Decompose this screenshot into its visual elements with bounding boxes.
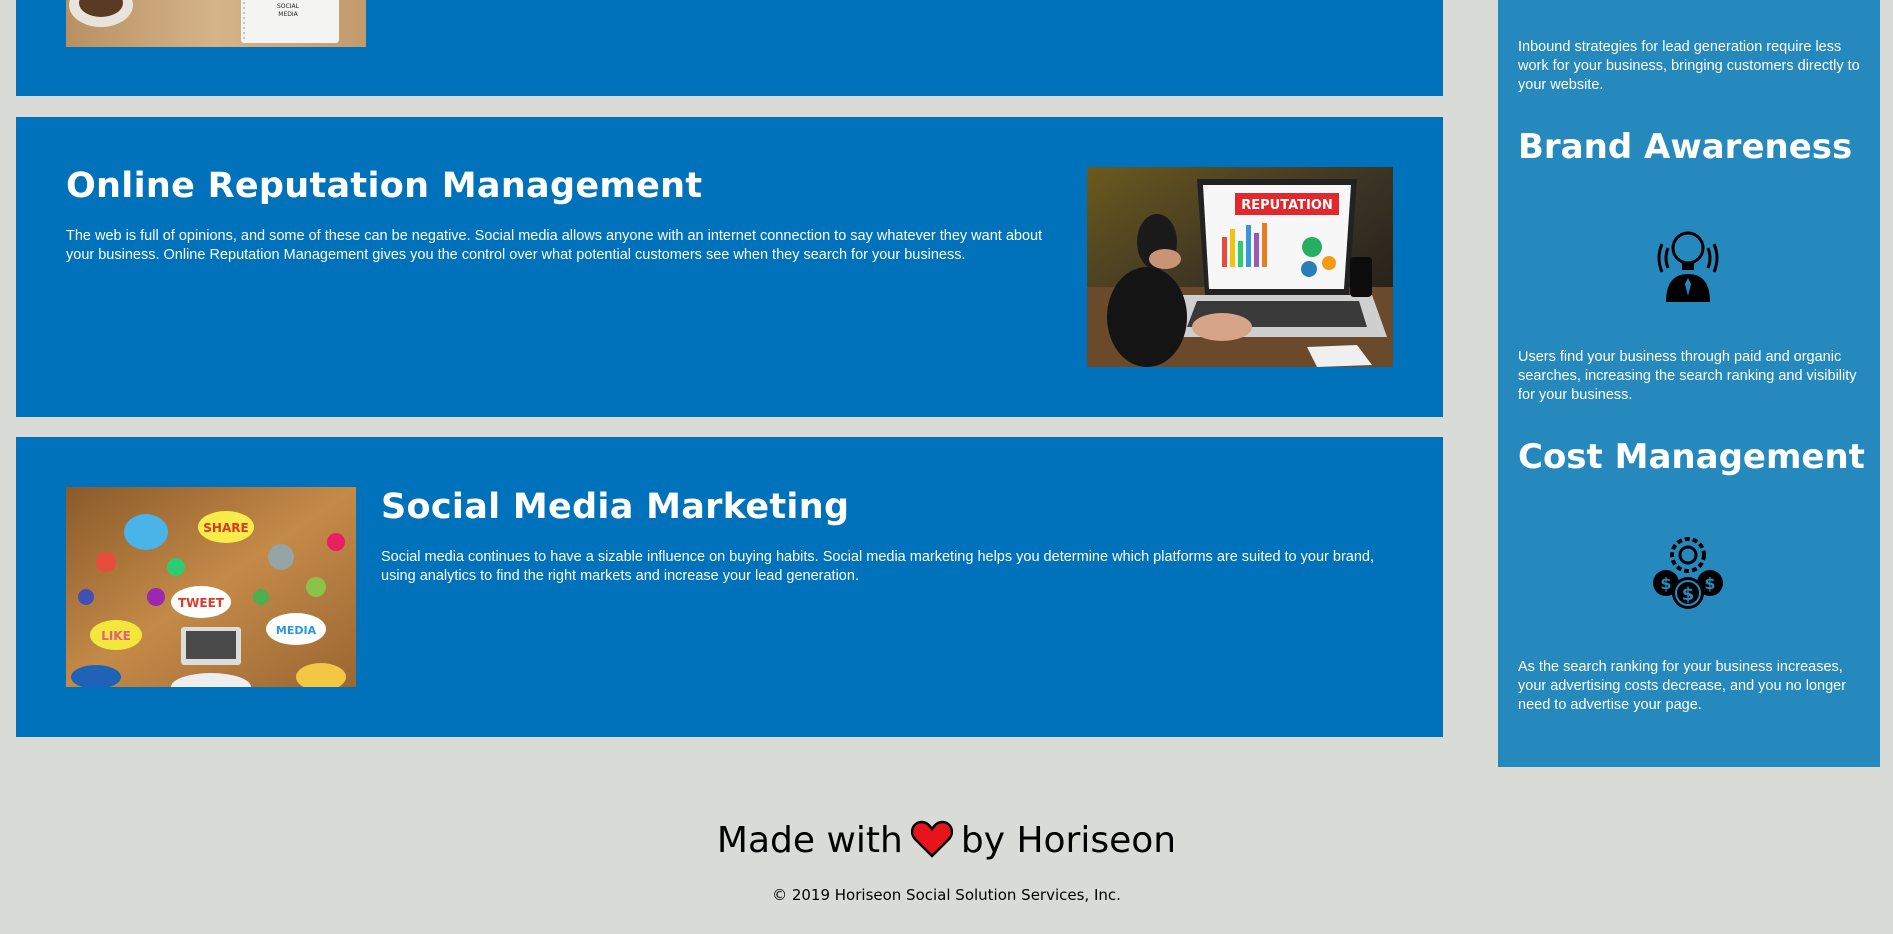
page: SOCIAL MEDIA Online Reputation Managemen… (0, 0, 1893, 934)
online-reputation-body: The web is full of opinions, and some of… (66, 228, 1043, 263)
reputation-laptop-image: REPUTATION (1087, 167, 1393, 367)
svg-text:MEDIA: MEDIA (278, 11, 298, 18)
social-media-marketing-body: Social media continues to have a sizable… (381, 549, 1375, 584)
smm-word-media: MEDIA (276, 624, 317, 637)
footer-made-with: Made with by Horiseon (0, 820, 1893, 867)
smm-word-like: LIKE (101, 629, 131, 643)
svg-text:$: $ (1660, 574, 1671, 593)
footer-made-with-text: Made with (716, 820, 903, 861)
svg-text:$: $ (1682, 584, 1695, 605)
online-reputation-title: Online Reputation Management (66, 166, 703, 206)
smm-word-share: SHARE (203, 521, 248, 535)
lightbulb-person-icon (1648, 222, 1728, 302)
section-online-reputation: Online Reputation Management The web is … (16, 117, 1443, 417)
reputation-image-text: REPUTATION (1241, 198, 1333, 213)
social-media-notebook-image: SOCIAL MEDIA (66, 0, 366, 47)
section-top-partial: SOCIAL MEDIA (16, 0, 1443, 96)
section-social-media-marketing: SHARE TWEET LIKE MEDIA Social Media Mark… (16, 437, 1443, 737)
benefits-sidebar: Inbound strategies for lead generation r… (1498, 0, 1880, 767)
brand-awareness-text: Users find your business through paid an… (1518, 349, 1857, 403)
social-media-table-image: SHARE TWEET LIKE MEDIA (66, 487, 356, 687)
lead-generation-text: Inbound strategies for lead generation r… (1518, 39, 1860, 93)
brand-awareness-title: Brand Awareness (1518, 127, 1853, 167)
cost-management-text: As the search ranking for your business … (1518, 659, 1847, 713)
cost-management-title: Cost Management (1518, 437, 1865, 477)
footer-copyright: © 2019 Horiseon Social Solution Services… (772, 886, 1121, 904)
smm-word-tweet: TWEET (178, 596, 225, 610)
money-gear-icon: $ $ $ (1648, 533, 1728, 613)
heart-icon (910, 820, 953, 867)
footer-by-text: by Horiseon (960, 820, 1177, 861)
svg-text:$: $ (1704, 574, 1715, 593)
social-media-marketing-title: Social Media Marketing (381, 487, 850, 527)
svg-text:SOCIAL: SOCIAL (277, 3, 300, 10)
